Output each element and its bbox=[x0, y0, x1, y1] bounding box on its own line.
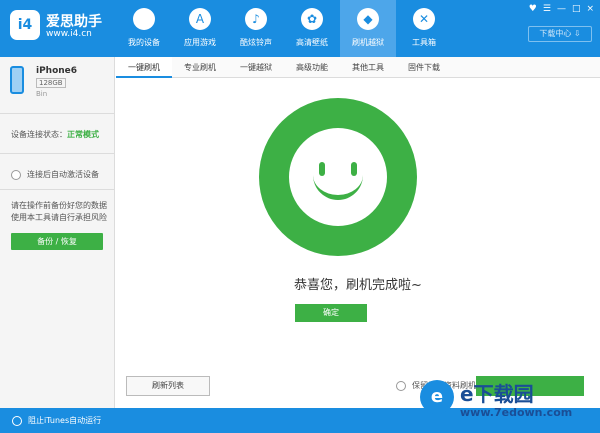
nav-label: 工具箱 bbox=[412, 38, 436, 47]
keep-data-radio[interactable] bbox=[396, 380, 406, 391]
smiley-face-icon bbox=[289, 128, 387, 226]
apple-icon bbox=[133, 8, 155, 30]
bell-icon: ♪ bbox=[245, 8, 267, 30]
auto-activate-radio[interactable] bbox=[11, 169, 21, 180]
flower-icon: ✿ bbox=[301, 8, 323, 30]
nav-flash-jailbreak[interactable]: ◆ 刷机越狱 bbox=[340, 0, 396, 57]
tab-one-click-flash[interactable]: 一键刷机 bbox=[116, 57, 172, 78]
flash-tabs: 一键刷机 专业刷机 一键越狱 高级功能 其他工具 固件下载 bbox=[116, 57, 600, 78]
watermark-brand: e下载园 bbox=[460, 382, 534, 406]
logo-badge-icon: i4 bbox=[10, 10, 40, 40]
maximize-icon[interactable]: □ bbox=[572, 4, 581, 14]
success-message: 恭喜您，刷机完成啦~ bbox=[294, 278, 422, 293]
auto-activate-option[interactable]: 连接后自动激活设备 bbox=[11, 169, 99, 180]
app-name: 爱思助手 bbox=[46, 14, 102, 30]
backup-restore-button[interactable]: 备份 / 恢复 bbox=[11, 233, 103, 250]
tab-firmware-download[interactable]: 固件下载 bbox=[396, 57, 452, 78]
status-label: 设备连接状态： bbox=[11, 130, 67, 139]
nav-label: 刷机越狱 bbox=[352, 38, 384, 47]
success-ring bbox=[259, 98, 417, 256]
nav-ringtones[interactable]: ♪ 酷炫铃声 bbox=[228, 0, 284, 57]
tools-icon: ✕ bbox=[413, 8, 435, 30]
tab-one-click-jailbreak[interactable]: 一键越狱 bbox=[228, 57, 284, 78]
itunes-block-label: 阻止iTunes自动运行 bbox=[28, 416, 102, 425]
app-url: www.i4.cn bbox=[46, 29, 92, 39]
itunes-block-radio[interactable] bbox=[12, 415, 22, 426]
device-info: iPhone6 128GB Bin bbox=[10, 66, 110, 106]
watermark: e e下载园 www.7edown.com bbox=[420, 376, 595, 431]
itunes-block-option[interactable]: 阻止iTunes自动运行 bbox=[12, 415, 101, 426]
phone-icon bbox=[10, 66, 24, 94]
nav-label: 高清壁纸 bbox=[296, 38, 328, 47]
minimize-icon[interactable]: — bbox=[557, 4, 566, 14]
main-panel: 恭喜您，刷机完成啦~ 确定 刷新列表 保留用户资料刷机 bbox=[116, 78, 600, 408]
download-center-button[interactable]: 下载中心 ⇩ bbox=[528, 26, 592, 42]
confirm-button[interactable]: 确定 bbox=[295, 304, 367, 322]
tab-pro-flash[interactable]: 专业刷机 bbox=[172, 57, 228, 78]
dropbox-icon: ◆ bbox=[357, 8, 379, 30]
backup-warning: 请在操作前备份好您的数据 使用本工具请自行承担风险 bbox=[11, 201, 107, 222]
tab-advanced[interactable]: 高级功能 bbox=[284, 57, 340, 78]
ie-logo-icon: e bbox=[420, 380, 454, 414]
app-logo: i4 爱思助手 www.i4.cn bbox=[10, 10, 115, 46]
top-header: i4 爱思助手 www.i4.cn 我的设备 A 应用游戏 ♪ 酷炫铃声 ✿ 高… bbox=[0, 0, 600, 57]
nav-my-device[interactable]: 我的设备 bbox=[116, 0, 172, 57]
watermark-url: www.7edown.com bbox=[460, 406, 573, 419]
nav-label: 我的设备 bbox=[128, 38, 160, 47]
divider bbox=[0, 189, 114, 190]
nav-label: 酷炫铃声 bbox=[240, 38, 272, 47]
nav-wallpapers[interactable]: ✿ 高清壁纸 bbox=[284, 0, 340, 57]
nav-apps-games[interactable]: A 应用游戏 bbox=[172, 0, 228, 57]
auto-activate-label: 连接后自动激活设备 bbox=[27, 170, 99, 179]
window-controls: ♥ ☰ — □ × bbox=[529, 4, 594, 14]
device-sidebar: iPhone6 128GB Bin 设备连接状态：正常模式 连接后自动激活设备 … bbox=[0, 57, 115, 408]
connection-status: 设备连接状态：正常模式 bbox=[11, 129, 99, 140]
close-icon[interactable]: × bbox=[586, 4, 594, 14]
device-name: iPhone6 bbox=[36, 66, 78, 76]
nav-toolbox[interactable]: ✕ 工具箱 bbox=[396, 0, 452, 57]
device-storage-badge: 128GB bbox=[36, 78, 66, 88]
app-store-icon: A bbox=[189, 8, 211, 30]
smiley-mouth bbox=[313, 168, 363, 200]
menu-icon[interactable]: ☰ bbox=[543, 4, 551, 14]
refresh-list-button[interactable]: 刷新列表 bbox=[126, 376, 210, 396]
divider bbox=[0, 113, 114, 114]
device-battery: Bin bbox=[36, 90, 48, 98]
main-nav: 我的设备 A 应用游戏 ♪ 酷炫铃声 ✿ 高清壁纸 ◆ 刷机越狱 ✕ 工具箱 bbox=[116, 0, 452, 57]
divider bbox=[0, 153, 114, 154]
nav-label: 应用游戏 bbox=[184, 38, 216, 47]
tab-other-tools[interactable]: 其他工具 bbox=[340, 57, 396, 78]
heart-icon[interactable]: ♥ bbox=[529, 4, 537, 14]
status-value: 正常模式 bbox=[67, 130, 99, 139]
